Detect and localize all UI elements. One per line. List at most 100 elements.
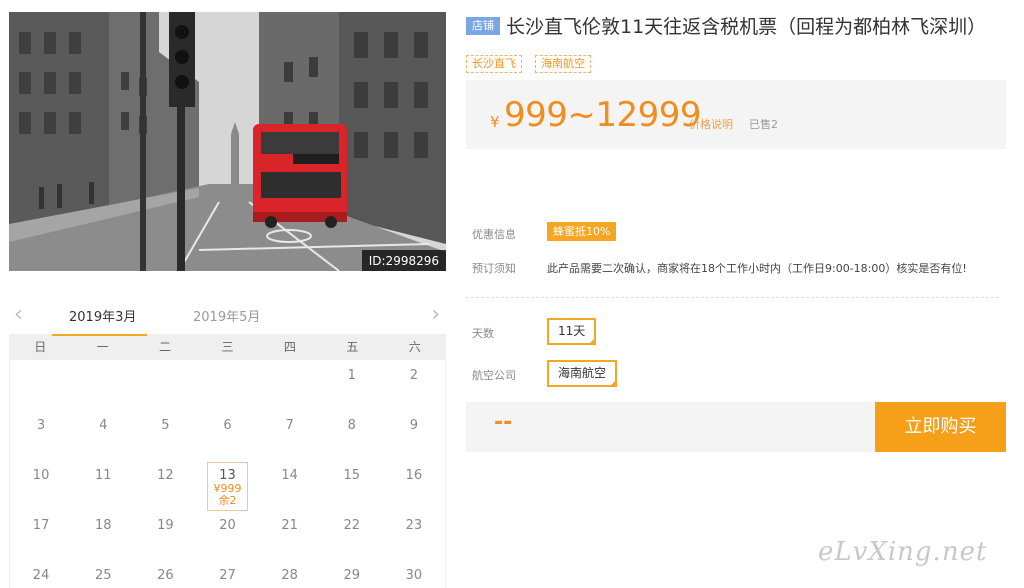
tag-direct-flight: 长沙直飞 bbox=[466, 55, 522, 73]
weekday-label: 六 bbox=[408, 340, 421, 354]
calendar-day[interactable]: 5 bbox=[134, 410, 196, 460]
calendar-day[interactable]: 26 bbox=[134, 560, 196, 588]
calendar-day-selected[interactable]: 13 ¥999 余2 bbox=[196, 460, 258, 511]
tab-month-may[interactable]: 2019年5月 bbox=[193, 306, 260, 334]
day-number: 28 bbox=[281, 568, 298, 583]
weekday-header: 日 一 二 三 四 五 六 bbox=[9, 334, 446, 360]
tab-month-march[interactable]: 2019年3月 bbox=[52, 306, 147, 336]
calendar-day[interactable]: 25 bbox=[72, 560, 134, 588]
product-tags: 长沙直飞 海南航空 bbox=[466, 52, 1006, 73]
day-number: 9 bbox=[409, 418, 419, 433]
day-remaining: 余2 bbox=[218, 494, 237, 507]
day-number: 23 bbox=[405, 518, 423, 533]
airline-row: 航空公司 海南航空 bbox=[472, 360, 618, 387]
weekday-label: 四 bbox=[283, 340, 296, 354]
day-number: 7 bbox=[285, 418, 294, 433]
calendar-day[interactable]: 2 bbox=[383, 360, 445, 410]
product-title: 长沙直飞伦敦11天往返含税机票（回程为都柏林飞深圳） bbox=[506, 16, 987, 38]
calendar-day[interactable]: 27 bbox=[196, 560, 258, 588]
notice-row: 预订须知 此产品需要二次确认，商家将在18个工作小时内（工作日9:00-18:0… bbox=[472, 260, 967, 276]
price-box: ¥ 999~12999 价格说明 已售2 bbox=[466, 80, 1006, 149]
days-option-selected[interactable]: 11天 bbox=[547, 318, 597, 345]
coupon-label: 优惠信息 bbox=[472, 228, 516, 241]
day-number: 6 bbox=[223, 418, 232, 433]
calendar-day bbox=[259, 360, 321, 410]
calendar-day[interactable]: 6 bbox=[196, 410, 258, 460]
currency-symbol: ¥ bbox=[490, 113, 500, 131]
calendar-day[interactable]: 29 bbox=[321, 560, 383, 588]
day-number: 1 bbox=[347, 368, 356, 383]
airline-label: 航空公司 bbox=[472, 369, 516, 382]
price-note-link[interactable]: 价格说明 bbox=[689, 116, 733, 132]
buy-now-button[interactable]: 立即购买 bbox=[875, 402, 1006, 452]
buy-bar: -- 立即购买 bbox=[466, 402, 1006, 452]
calendar-day[interactable]: 15 bbox=[321, 460, 383, 510]
day-number: 14 bbox=[281, 468, 298, 483]
calendar-day[interactable]: 21 bbox=[259, 510, 321, 560]
notice-text: 此产品需要二次确认，商家将在18个工作小时内（工作日9:00-18:00）核实是… bbox=[547, 262, 967, 275]
day-number: 12 bbox=[157, 468, 174, 483]
calendar-day[interactable]: 24 bbox=[10, 560, 72, 588]
coupon-row: 优惠信息 蜂蜜抵10% bbox=[472, 222, 617, 242]
sold-count: 已售2 bbox=[749, 118, 778, 131]
chevron-left-icon[interactable]: ‹ bbox=[14, 302, 23, 327]
weekday-label: 三 bbox=[221, 340, 234, 354]
day-number: 29 bbox=[343, 568, 361, 583]
watermark-logo: eLvXing.net bbox=[818, 537, 988, 567]
tag-airline: 海南航空 bbox=[535, 55, 592, 73]
day-number: 26 bbox=[157, 568, 174, 583]
days-row: 天数 11天 bbox=[472, 318, 597, 345]
day-number: 10 bbox=[32, 468, 50, 483]
day-number: 16 bbox=[405, 468, 423, 483]
product-info: 店铺 长沙直飞伦敦11天往返含税机票（回程为都柏林飞深圳） 长沙直飞 海南航空 ¥… bbox=[466, 12, 1006, 452]
calendar-day bbox=[72, 360, 134, 410]
day-number: 17 bbox=[32, 518, 50, 533]
day-number: 21 bbox=[281, 518, 298, 533]
calendar-day[interactable]: 18 bbox=[72, 510, 134, 560]
calendar-day[interactable]: 22 bbox=[321, 510, 383, 560]
calendar-day[interactable]: 9 bbox=[383, 410, 445, 460]
shop-badge[interactable]: 店铺 bbox=[466, 17, 500, 35]
day-number: 22 bbox=[343, 518, 361, 533]
day-number: 5 bbox=[161, 418, 170, 433]
day-number: 27 bbox=[219, 568, 236, 583]
calendar-day[interactable]: 28 bbox=[259, 560, 321, 588]
calendar-day[interactable]: 12 bbox=[134, 460, 196, 510]
photo-id-label: ID:2998296 bbox=[361, 250, 446, 271]
calendar-day[interactable]: 23 bbox=[383, 510, 445, 560]
calendar-day bbox=[134, 360, 196, 410]
day-number: 4 bbox=[99, 418, 108, 433]
chevron-right-icon[interactable]: › bbox=[431, 302, 440, 327]
calendar-day[interactable]: 30 bbox=[383, 560, 445, 588]
day-number: 24 bbox=[32, 568, 50, 583]
price-range: 999~12999 bbox=[504, 95, 702, 135]
divider bbox=[466, 297, 999, 298]
calendar-day[interactable]: 11 bbox=[72, 460, 134, 510]
calendar-grid: 1 2 3 4 5 6 7 8 9 10 11 12 13 ¥999 余2 14 15 16 17 18 19 20 21 2… bbox=[9, 360, 446, 588]
day-number: 20 bbox=[219, 518, 236, 533]
airline-option-selected[interactable]: 海南航空 bbox=[547, 360, 618, 387]
product-title-row: 店铺 长沙直飞伦敦11天往返含税机票（回程为都柏林飞深圳） bbox=[466, 12, 1006, 42]
calendar-day[interactable]: 14 bbox=[259, 460, 321, 510]
calendar-day[interactable]: 8 bbox=[321, 410, 383, 460]
calendar-day[interactable]: 7 bbox=[259, 410, 321, 460]
calendar-day[interactable]: 4 bbox=[72, 410, 134, 460]
weekday-label: 二 bbox=[159, 340, 172, 354]
calendar-day[interactable]: 3 bbox=[10, 410, 72, 460]
calendar-header: ‹ 2019年3月 2019年5月 › bbox=[9, 296, 446, 336]
calendar-day[interactable]: 16 bbox=[383, 460, 445, 510]
selected-price: -- bbox=[494, 410, 513, 435]
day-number: 11 bbox=[94, 468, 112, 483]
calendar-day[interactable]: 17 bbox=[10, 510, 72, 560]
date-calendar: ‹ 2019年3月 2019年5月 › 日 一 二 三 四 五 六 123456… bbox=[9, 296, 446, 588]
calendar-day[interactable]: 10 bbox=[10, 460, 72, 510]
day-number: 25 bbox=[94, 568, 112, 583]
weekday-label: 日 bbox=[34, 340, 47, 354]
weekday-label: 五 bbox=[346, 340, 359, 354]
calendar-day[interactable]: 19 bbox=[134, 510, 196, 560]
calendar-day[interactable]: 1 bbox=[321, 360, 383, 410]
day-number: 8 bbox=[347, 418, 356, 433]
product-photo: ID:2998296 bbox=[9, 12, 446, 271]
calendar-day[interactable]: 20 bbox=[196, 510, 258, 560]
day-number: 18 bbox=[94, 518, 112, 533]
